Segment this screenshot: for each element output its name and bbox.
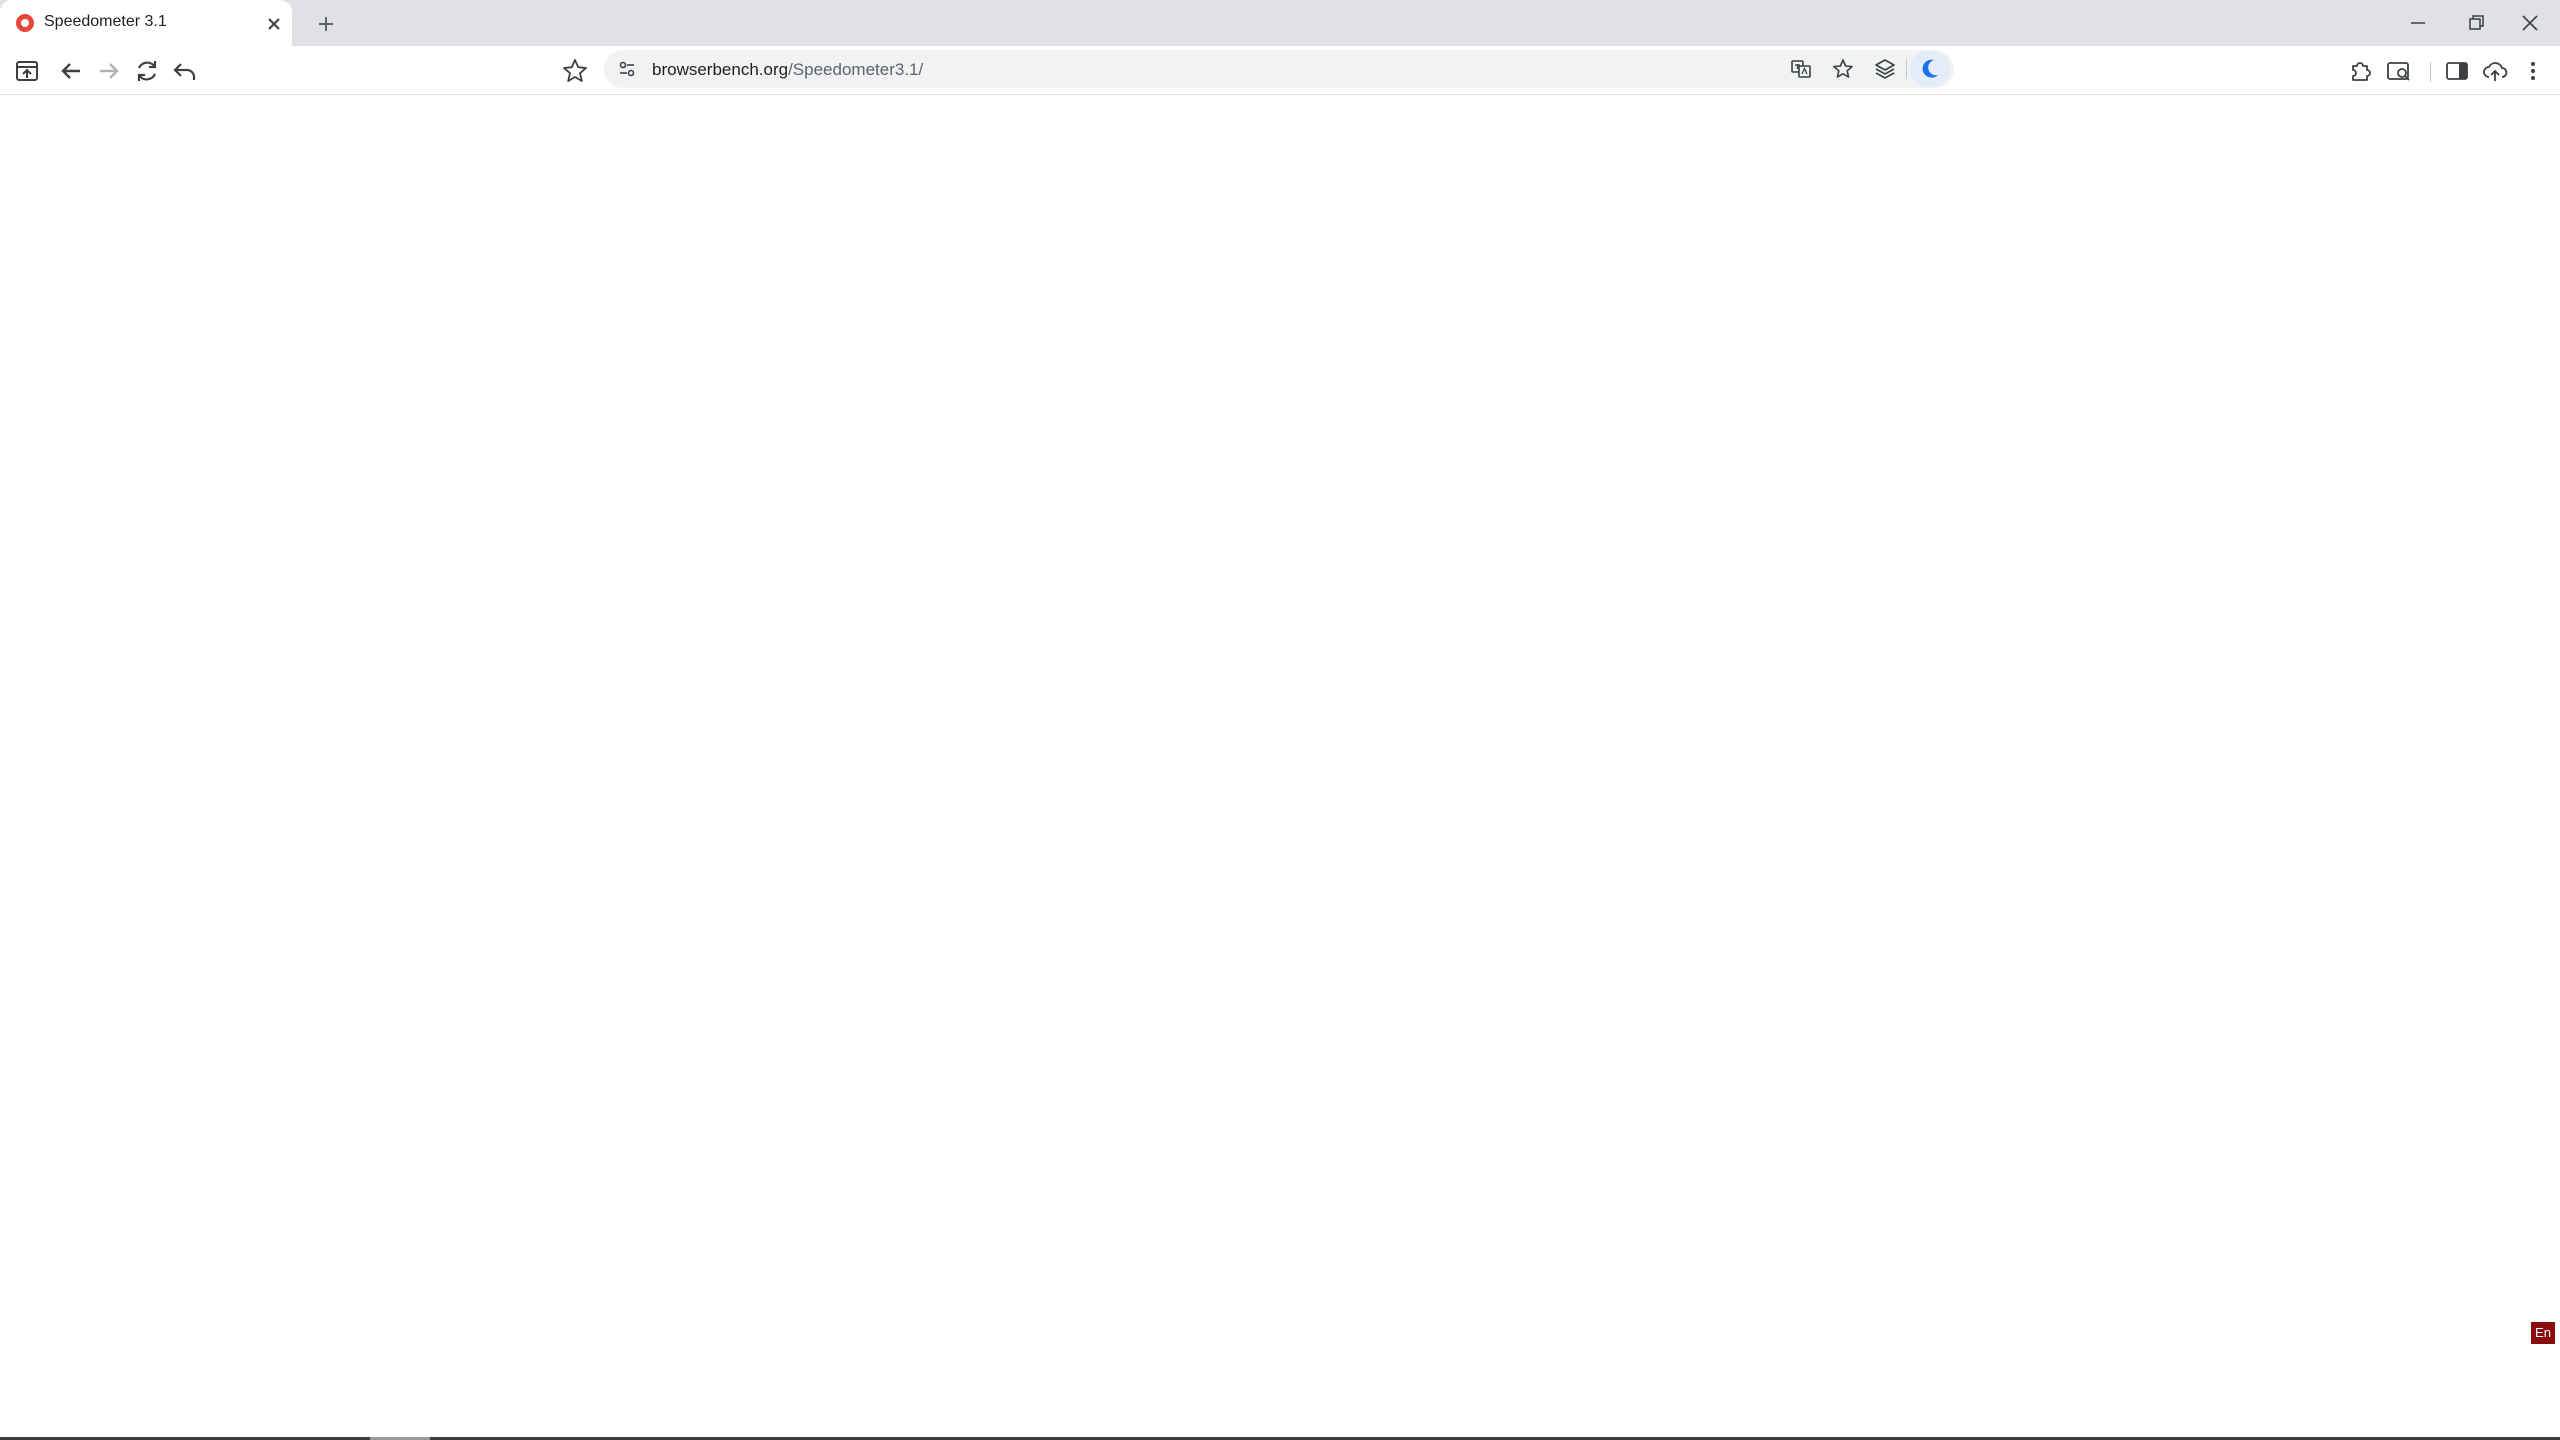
search-tabs-icon[interactable] <box>2384 56 2414 86</box>
url-host: browserbench.org <box>652 60 789 79</box>
speedometer-favicon-icon <box>16 14 34 32</box>
forward-arrow-icon[interactable] <box>94 56 124 86</box>
tab-speedometer[interactable]: Speedometer 3.1 <box>0 0 292 46</box>
star-icon[interactable] <box>1830 56 1856 82</box>
omnibox-divider <box>1906 59 1907 79</box>
new-tab-plus-icon[interactable] <box>312 10 340 38</box>
bookmark-star-icon[interactable] <box>560 56 590 86</box>
tab-title: Speedometer 3.1 <box>44 13 167 30</box>
translate-icon[interactable] <box>1788 56 1814 82</box>
language-badge[interactable]: En <box>2531 1322 2555 1344</box>
cloud-upload-icon[interactable] <box>2480 56 2510 86</box>
window-minimize-icon[interactable] <box>2398 8 2438 38</box>
toolbar-divider <box>2430 62 2431 82</box>
side-panel-icon[interactable] <box>2442 56 2472 86</box>
kebab-menu-icon[interactable] <box>2518 56 2548 86</box>
tab-upload-icon[interactable] <box>12 56 42 86</box>
window-restore-icon[interactable] <box>2456 8 2496 38</box>
tab-close-icon[interactable] <box>262 12 286 36</box>
tab-strip: Speedometer 3.1 <box>0 0 2560 46</box>
browser-toolbar: browserbench.org/Speedometer3.1/ <box>0 46 2560 95</box>
url-text: browserbench.org/Speedometer3.1/ <box>652 60 923 80</box>
undo-icon[interactable] <box>170 56 200 86</box>
address-bar[interactable]: browserbench.org/Speedometer3.1/ <box>604 50 1954 88</box>
extensions-puzzle-icon[interactable] <box>2346 56 2376 86</box>
reload-icon[interactable] <box>132 56 162 86</box>
dark-mode-moon-icon[interactable] <box>1910 51 1950 87</box>
layers-icon[interactable] <box>1872 56 1898 82</box>
browser-window: Speedometer 3.1 browserbench.org/Speedom… <box>0 0 2560 1440</box>
window-close-icon[interactable] <box>2510 8 2550 38</box>
site-info-tune-icon[interactable] <box>614 56 640 82</box>
url-path: /Speedometer3.1/ <box>788 60 924 79</box>
page-content <box>0 95 2560 1438</box>
back-arrow-icon[interactable] <box>56 56 86 86</box>
